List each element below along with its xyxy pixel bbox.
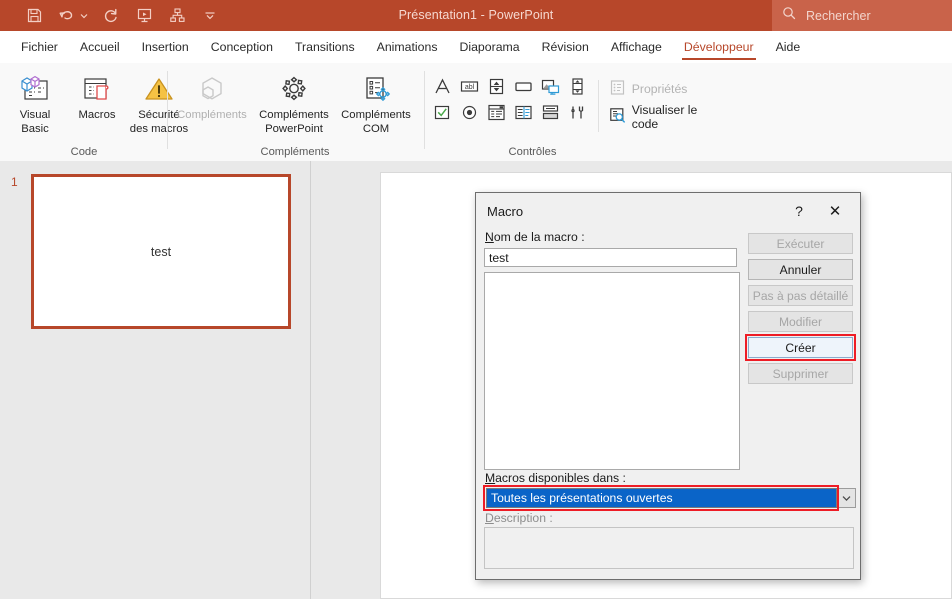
search-placeholder: Rechercher: [806, 9, 871, 23]
ribbon-group-complements: Compléments: [168, 63, 422, 161]
tab-transitions[interactable]: Transitions: [284, 31, 366, 63]
addins-icon: [195, 72, 229, 106]
powerpoint-addins-label: ComplémentsPowerPoint: [249, 109, 339, 136]
tab-fichier[interactable]: Fichier: [10, 31, 69, 63]
description-label: Description :: [485, 511, 553, 525]
slide-thumbnail-text: test: [151, 245, 171, 259]
ribbon-tabs: Fichier Accueil Insertion Conception Tra…: [0, 31, 952, 63]
edit-button[interactable]: Modifier: [748, 311, 853, 332]
cancel-button[interactable]: Annuler: [748, 259, 853, 280]
slide-thumbnail-1[interactable]: test: [31, 174, 291, 329]
properties-button[interactable]: Propriétés: [609, 78, 700, 100]
macro-name-input[interactable]: test: [484, 248, 737, 267]
powerpoint-addins-button[interactable]: ComplémentsPowerPoint: [253, 68, 335, 136]
tab-affichage[interactable]: Affichage: [600, 31, 673, 63]
toggle-button-icon[interactable]: [539, 101, 562, 124]
chevron-down-icon[interactable]: [837, 488, 856, 508]
com-addins-label: ComplémentsCOM: [331, 109, 421, 136]
step-into-button[interactable]: Pas à pas détaillé: [748, 285, 853, 306]
ribbon-group-complements-label: Compléments: [168, 146, 422, 158]
controls-row-1: abl: [431, 75, 589, 98]
controls-icon-grid: abl: [431, 68, 589, 124]
powerpoint-window: Présentation1 - PowerPoint Rechercher Fi…: [0, 0, 952, 599]
macro-dialog-title: Macro: [487, 204, 523, 219]
create-button[interactable]: Créer: [748, 337, 853, 358]
ribbon-group-controles: abl: [425, 63, 700, 161]
quick-access-toolbar: [0, 0, 220, 31]
macros-icon: [81, 72, 113, 106]
execute-button-label: Exécuter: [777, 237, 825, 251]
start-slideshow-icon[interactable]: [134, 6, 154, 26]
addins-label: Compléments: [167, 109, 257, 123]
macro-list[interactable]: [484, 272, 740, 470]
macros-button[interactable]: Macros: [66, 68, 128, 123]
customize-quick-access-icon[interactable]: [167, 6, 187, 26]
title-bar: Présentation1 - PowerPoint Rechercher: [0, 0, 952, 31]
powerpoint-addins-icon: [277, 72, 311, 106]
redo-icon[interactable]: [101, 6, 121, 26]
option-button-icon[interactable]: [458, 101, 481, 124]
available-in-combobox[interactable]: Toutes les présentations ouvertes: [486, 488, 837, 508]
ribbon: VisualBasic Macros: [0, 63, 952, 162]
view-code-icon: [609, 107, 626, 127]
search-input[interactable]: Rechercher: [772, 0, 952, 31]
undo-split-button[interactable]: [57, 6, 88, 26]
cancel-button-label: Annuler: [780, 263, 822, 277]
macro-name-label: Nom de la macro :: [485, 230, 585, 244]
properties-label: Propriétés: [632, 82, 688, 96]
visual-basic-icon: [19, 72, 51, 106]
undo-icon[interactable]: [57, 6, 77, 26]
tab-revision[interactable]: Révision: [531, 31, 600, 63]
properties-icon: [609, 79, 626, 99]
tab-animations[interactable]: Animations: [366, 31, 449, 63]
execute-button[interactable]: Exécuter: [748, 233, 853, 254]
addins-button[interactable]: Compléments: [171, 68, 253, 123]
qat-more-chevron-down-icon[interactable]: [200, 6, 220, 26]
search-icon: [782, 6, 796, 25]
tab-developpeur[interactable]: Développeur: [673, 31, 765, 63]
svg-text:abl: abl: [465, 84, 475, 91]
available-in-label: Macros disponibles dans :: [485, 471, 626, 485]
create-button-label: Créer: [785, 341, 815, 355]
description-box[interactable]: [484, 527, 854, 569]
tab-accueil[interactable]: Accueil: [69, 31, 131, 63]
delete-button[interactable]: Supprimer: [748, 363, 853, 384]
listbox-control-icon[interactable]: [485, 101, 508, 124]
available-in-value: Toutes les présentations ouvertes: [491, 491, 673, 505]
ribbon-group-code-label: Code: [0, 146, 168, 158]
more-controls-icon[interactable]: [566, 101, 589, 124]
chevron-down-icon[interactable]: [79, 6, 88, 26]
tab-diaporama[interactable]: Diaporama: [448, 31, 530, 63]
help-icon[interactable]: ?: [786, 199, 812, 223]
ribbon-group-code: VisualBasic Macros: [0, 63, 168, 161]
controls-row-2: [431, 101, 589, 124]
close-icon[interactable]: ✕: [822, 199, 848, 223]
visual-basic-button[interactable]: VisualBasic: [4, 68, 66, 136]
checkbox-control-icon[interactable]: [431, 101, 454, 124]
label-control-icon[interactable]: [431, 75, 454, 98]
delete-button-label: Supprimer: [773, 367, 829, 381]
save-icon[interactable]: [24, 6, 44, 26]
tab-insertion[interactable]: Insertion: [131, 31, 200, 63]
command-button-icon[interactable]: [512, 75, 535, 98]
slide-number-1: 1: [11, 175, 18, 189]
view-code-label: Visualiser le code: [632, 103, 700, 131]
scrollbar-control-icon[interactable]: [566, 75, 589, 98]
combobox-control-icon[interactable]: [512, 101, 535, 124]
edit-button-label: Modifier: [779, 315, 822, 329]
textbox-control-icon[interactable]: abl: [458, 75, 481, 98]
com-addins-icon: [359, 72, 393, 106]
controls-commands: Propriétés Visualiser le code: [599, 68, 700, 128]
spin-button-icon[interactable]: [485, 75, 508, 98]
ribbon-group-controles-label: Contrôles: [425, 146, 640, 158]
view-code-button[interactable]: Visualiser le code: [609, 106, 700, 128]
image-control-icon[interactable]: [539, 75, 562, 98]
step-into-button-label: Pas à pas détaillé: [753, 289, 848, 303]
tab-aide[interactable]: Aide: [765, 31, 812, 63]
tab-conception[interactable]: Conception: [200, 31, 284, 63]
com-addins-button[interactable]: ComplémentsCOM: [335, 68, 417, 136]
